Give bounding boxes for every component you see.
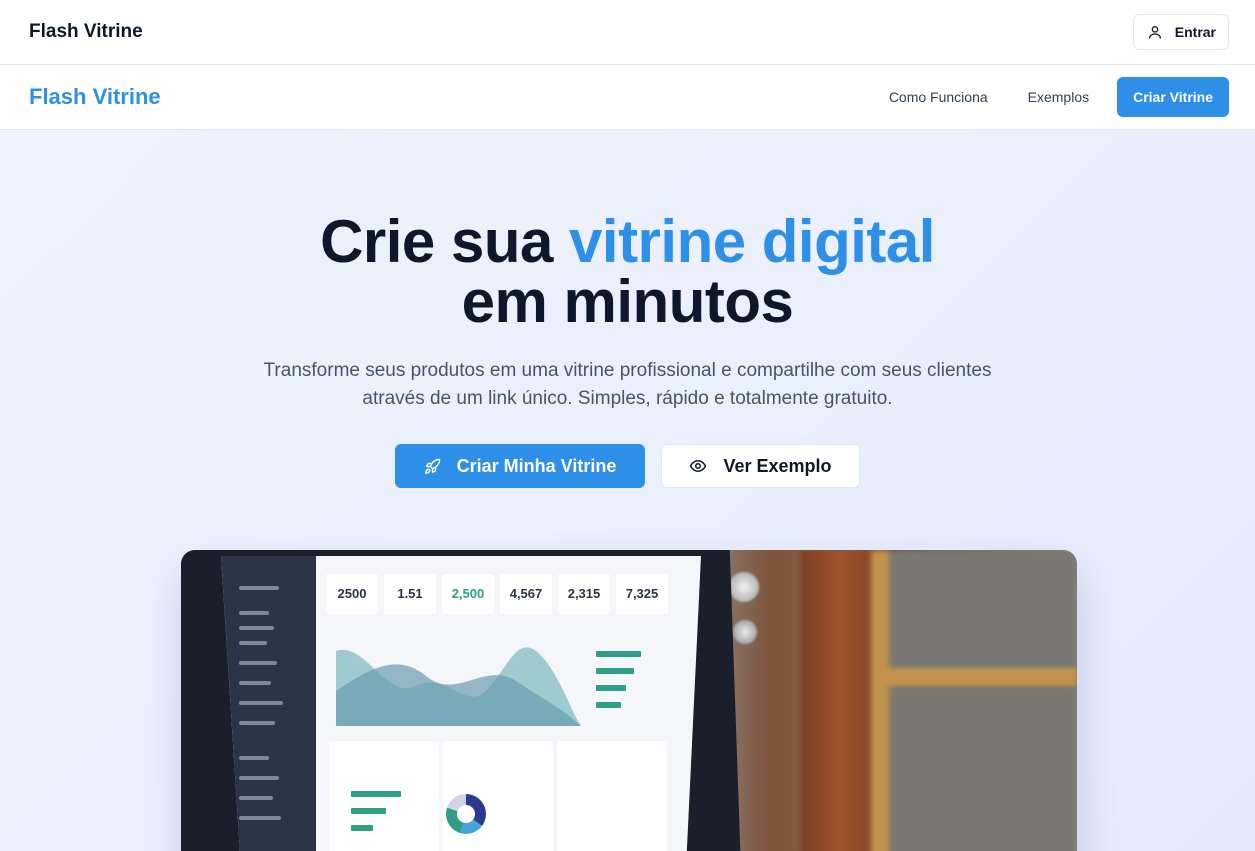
- dashboard-stat: 1.51: [384, 574, 436, 614]
- photo-shelf-board: [881, 668, 1077, 686]
- main-navbar: Flash Vitrine Como Funciona Exemplos Cri…: [0, 65, 1255, 130]
- dashboard-stat: 2500: [326, 574, 378, 614]
- nav-link-como-funciona[interactable]: Como Funciona: [889, 89, 988, 105]
- sidebar-line: [239, 641, 267, 645]
- dashboard-stat: 2,500: [442, 574, 494, 614]
- hero-title-part1: Crie sua: [320, 208, 570, 275]
- sidebar-line: [239, 611, 269, 615]
- login-button[interactable]: Entrar: [1132, 14, 1229, 50]
- eye-icon: [690, 460, 707, 472]
- sidebar-line: [239, 756, 269, 760]
- dashboard-area-chart: [336, 647, 581, 726]
- rocket-icon: [424, 458, 440, 474]
- create-my-showcase-label: Criar Minha Vitrine: [456, 455, 617, 476]
- login-button-label: Entrar: [1174, 24, 1216, 40]
- user-icon: [1148, 26, 1161, 39]
- sidebar-line: [239, 721, 275, 725]
- hero-title-part2: em minutos: [461, 268, 794, 335]
- chart-legend-bar: [596, 668, 634, 674]
- hero-cta-row: Criar Minha Vitrine Ver Exemplo: [0, 444, 1255, 488]
- laptop-screen-dashboard: 2500 1.51 2,500 4,567 2,315 7,325: [221, 556, 701, 851]
- panel-bar: [351, 791, 401, 797]
- brand-logo-text[interactable]: Flash Vitrine: [29, 21, 143, 43]
- sidebar-line: [239, 701, 283, 705]
- sidebar-line: [239, 626, 274, 630]
- chart-legend-bar: [596, 685, 626, 691]
- laptop-illustration: 2500 1.51 2,500 4,567 2,315 7,325: [181, 550, 741, 851]
- sidebar-line: [239, 586, 279, 590]
- dashboard-stat: 4,567: [500, 574, 552, 614]
- hero-title: Crie sua vitrine digital em minutos: [0, 130, 1255, 332]
- photo-shelf: [871, 550, 1077, 851]
- hero-title-accent: vitrine digital: [569, 208, 935, 275]
- hero-image: 2500 1.51 2,500 4,567 2,315 7,325: [181, 550, 1077, 851]
- nav-links: Como Funciona Exemplos Criar Vitrine: [889, 77, 1229, 117]
- hero-subtitle-line1: Transforme seus produtos em uma vitrine …: [263, 360, 992, 381]
- top-header: Flash Vitrine Entrar: [0, 0, 1255, 65]
- hero-subtitle-line2: através de um link único. Simples, rápid…: [362, 388, 893, 409]
- navbar-brand[interactable]: Flash Vitrine: [29, 84, 161, 110]
- photo-door-lock: [733, 620, 757, 644]
- sidebar-line: [239, 816, 281, 820]
- create-my-showcase-button[interactable]: Criar Minha Vitrine: [395, 444, 645, 488]
- nav-link-exemplos[interactable]: Exemplos: [1028, 89, 1089, 105]
- hero-section: Crie sua vitrine digital em minutos Tran…: [0, 130, 1255, 851]
- create-showcase-button[interactable]: Criar Vitrine: [1117, 77, 1229, 117]
- sidebar-line: [239, 661, 277, 665]
- sidebar-line: [239, 681, 271, 685]
- dashboard-donut-chart: [446, 794, 486, 834]
- dashboard-sidebar: [221, 556, 316, 851]
- chart-legend-bar: [596, 651, 641, 657]
- dashboard-panel: [557, 741, 667, 851]
- panel-bar: [351, 808, 386, 814]
- view-example-button[interactable]: Ver Exemplo: [661, 444, 860, 488]
- dashboard-stat: 2,315: [558, 574, 610, 614]
- chart-legend-bar: [596, 702, 621, 708]
- photo-door-knob: [729, 572, 759, 602]
- sidebar-line: [239, 796, 273, 800]
- sidebar-line: [239, 776, 279, 780]
- panel-bar: [351, 825, 373, 831]
- hero-subtitle: Transforme seus produtos em uma vitrine …: [238, 357, 1018, 413]
- view-example-label: Ver Exemplo: [723, 455, 832, 476]
- dashboard-stat: 7,325: [616, 574, 668, 614]
